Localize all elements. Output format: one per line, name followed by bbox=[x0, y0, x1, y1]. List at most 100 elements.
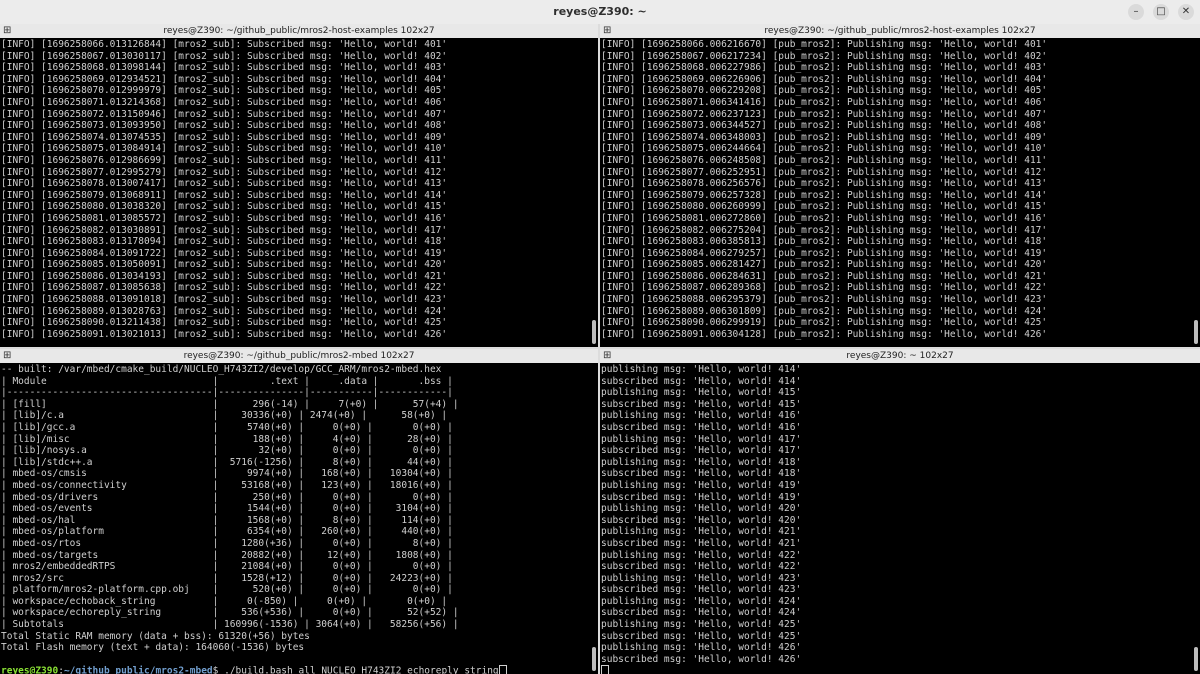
terminal-line: [INFO] [1696258082.013030891] [mros2_sub… bbox=[1, 224, 448, 236]
terminal-output[interactable]: publishing msg: 'Hello, world! 414' subsc… bbox=[601, 364, 1191, 674]
pane-bottom-left[interactable]: ⊞ reyes@Z390: ~/github_public/mros2-mbed… bbox=[0, 349, 598, 674]
grid-icon[interactable]: ⊞ bbox=[3, 349, 11, 363]
terminal-line: [INFO] [1696258066.013126844] [mros2_sub… bbox=[1, 39, 448, 50]
terminal-line: [INFO] [1696258083.006385813] [pub_mros2… bbox=[601, 236, 1048, 248]
terminal-line: [INFO] [1696258088.013091018] [mros2_sub… bbox=[1, 294, 448, 306]
terminal-line: [INFO] [1696258082.006275204] [pub_mros2… bbox=[601, 224, 1048, 236]
terminal-output[interactable]: -- built: /var/mbed/cmake_build/NUCLEO_H… bbox=[1, 364, 589, 674]
text-cursor bbox=[601, 665, 609, 674]
terminal-line: | Module | .text | .data | .bss | bbox=[1, 375, 453, 387]
terminal-line: [INFO] [1696258075.006244664] [pub_mros2… bbox=[601, 143, 1048, 155]
terminal-line: publishing msg: 'Hello, world! 425' bbox=[601, 619, 802, 631]
terminal-line: | mros2/src | 1528(+12) | 0(+0) | 24223(… bbox=[1, 572, 453, 584]
terminal-line: [INFO] [1696258087.006289368] [pub_mros2… bbox=[601, 282, 1048, 294]
terminal-line: | platform/mros2-platform.cpp.obj | 520(… bbox=[1, 584, 453, 596]
terminal-line: [INFO] [1696258091.013021013] [mros2_sub… bbox=[1, 328, 448, 340]
terminal-line: subscribed msg: 'Hello, world! 421' bbox=[601, 537, 802, 549]
terminal-line: [INFO] [1696258072.006237123] [pub_mros2… bbox=[601, 108, 1048, 120]
minimize-icon[interactable]: – bbox=[1128, 4, 1144, 20]
terminal-line: [INFO] [1696258080.006260999] [pub_mros2… bbox=[601, 201, 1048, 213]
terminal-line: [INFO] [1696258068.013098144] [mros2_sub… bbox=[1, 62, 448, 74]
terminal-line: [INFO] [1696258081.006272860] [pub_mros2… bbox=[601, 212, 1048, 224]
terminal-line: publishing msg: 'Hello, world! 424' bbox=[601, 595, 802, 607]
terminal-output[interactable]: [INFO] [1696258066.013126844] [mros2_sub… bbox=[1, 39, 589, 347]
terminal-line: Total Flash memory (text + data): 164060… bbox=[1, 642, 305, 654]
terminal-line: | mbed-os/platform | 6354(+0) | 260(+0) … bbox=[1, 526, 453, 538]
terminal-line: [INFO] [1696258078.013007417] [mros2_sub… bbox=[1, 178, 448, 190]
terminal-line: | [lib]/stdc++.a | 5716(-1256) | 8(+0) |… bbox=[1, 456, 453, 468]
terminal-line: [INFO] [1696258068.006227986] [pub_mros2… bbox=[601, 62, 1048, 74]
terminal-line: [INFO] [1696258071.006341416] [pub_mros2… bbox=[601, 96, 1048, 108]
terminal-line: | mros2/embeddedRTPS | 21084(+0) | 0(+0)… bbox=[1, 561, 453, 573]
terminal-line: | [lib]/nosys.a | 32(+0) | 0(+0) | 0(+0)… bbox=[1, 445, 453, 457]
terminal-line: [INFO] [1696258078.006256576] [pub_mros2… bbox=[601, 178, 1048, 190]
pane-divider-horizontal[interactable] bbox=[0, 347, 1200, 349]
pane-top-right[interactable]: ⊞ reyes@Z390: ~/github_public/mros2-host… bbox=[600, 24, 1200, 347]
terminal-line: [INFO] [1696258066.006216670] [pub_mros2… bbox=[601, 39, 1048, 50]
terminal-line: [INFO] [1696258073.013093950] [mros2_sub… bbox=[1, 120, 448, 132]
shell-prompt[interactable] bbox=[601, 665, 1191, 674]
grid-icon[interactable]: ⊞ bbox=[603, 24, 611, 38]
pane-bottom-right[interactable]: ⊞ reyes@Z390: ~ 102x27 publishing msg: '… bbox=[600, 349, 1200, 674]
terminal-line: [INFO] [1696258089.013028763] [mros2_sub… bbox=[1, 305, 448, 317]
close-icon[interactable]: ✕ bbox=[1178, 4, 1194, 20]
scrollbar[interactable] bbox=[1194, 647, 1198, 671]
terminal-line: publishing msg: 'Hello, world! 416' bbox=[601, 410, 802, 422]
pane-divider-vertical[interactable] bbox=[598, 24, 600, 674]
scrollbar[interactable] bbox=[592, 320, 596, 344]
restore-icon[interactable]: □ bbox=[1153, 4, 1169, 20]
terminal-line: [INFO] [1696258070.006229208] [pub_mros2… bbox=[601, 85, 1048, 97]
shell-prompt[interactable]: reyes@Z390:~/github_public/mros2-mbed$ .… bbox=[1, 665, 589, 674]
scrollbar[interactable] bbox=[592, 647, 596, 671]
terminal-line: [INFO] [1696258072.013150946] [mros2_sub… bbox=[1, 108, 448, 120]
terminal-output[interactable]: [INFO] [1696258066.006216670] [pub_mros2… bbox=[601, 39, 1191, 347]
pane-title-bar[interactable]: ⊞ reyes@Z390: ~/github_public/mros2-host… bbox=[600, 24, 1200, 38]
terminal-line: publishing msg: 'Hello, world! 414' bbox=[601, 364, 802, 375]
prompt-symbol: $ bbox=[212, 665, 225, 674]
terminal-line: [INFO] [1696258070.012999979] [mros2_sub… bbox=[1, 85, 448, 97]
terminal-line: | mbed-os/drivers | 250(+0) | 0(+0) | 0(… bbox=[1, 491, 453, 503]
terminal-line: publishing msg: 'Hello, world! 419' bbox=[601, 479, 802, 491]
terminal-line: [INFO] [1696258079.013068911] [mros2_sub… bbox=[1, 189, 448, 201]
command-input[interactable]: ./build.bash all NUCLEO_H743ZI2 echorepl… bbox=[224, 666, 499, 674]
terminal-line: subscribed msg: 'Hello, world! 415' bbox=[601, 398, 802, 410]
terminal-line: [INFO] [1696258087.013085638] [mros2_sub… bbox=[1, 282, 448, 294]
terminal-line: [INFO] [1696258081.013085572] [mros2_sub… bbox=[1, 212, 448, 224]
scrollbar[interactable] bbox=[1194, 320, 1198, 344]
terminal-line: [INFO] [1696258089.006301809] [pub_mros2… bbox=[601, 305, 1048, 317]
terminal-line: [INFO] [1696258071.013214368] [mros2_sub… bbox=[1, 96, 448, 108]
terminal-line: publishing msg: 'Hello, world! 415' bbox=[601, 387, 802, 399]
terminal-line: | workspace/echoback_string | 0(-850) | … bbox=[1, 595, 448, 607]
terminal-line: [INFO] [1696258085.013050091] [mros2_sub… bbox=[1, 259, 448, 271]
terminal-line: publishing msg: 'Hello, world! 422' bbox=[601, 549, 802, 561]
terminal-line: [INFO] [1696258080.013038320] [mros2_sub… bbox=[1, 201, 448, 213]
terminal-line: subscribed msg: 'Hello, world! 424' bbox=[601, 607, 802, 619]
terminal-line: [INFO] [1696258076.012986699] [mros2_sub… bbox=[1, 154, 448, 166]
terminal-line: [INFO] [1696258067.013030117] [mros2_sub… bbox=[1, 50, 448, 62]
terminal-window: reyes@Z390: ~ – □ ✕ ⊞ reyes@Z390: ~/gith… bbox=[0, 0, 1200, 674]
terminal-line: subscribed msg: 'Hello, world! 425' bbox=[601, 630, 802, 642]
terminal-line: publishing msg: 'Hello, world! 417' bbox=[601, 433, 802, 445]
terminal-line: publishing msg: 'Hello, world! 423' bbox=[601, 572, 802, 584]
grid-icon[interactable]: ⊞ bbox=[603, 349, 611, 363]
pane-title-bar[interactable]: ⊞ reyes@Z390: ~ 102x27 bbox=[600, 349, 1200, 363]
text-cursor bbox=[498, 665, 507, 674]
pane-title: reyes@Z390: ~ 102x27 bbox=[846, 351, 954, 361]
terminal-line: [INFO] [1696258090.006299919] [pub_mros2… bbox=[601, 317, 1048, 329]
terminal-line: [INFO] [1696258074.006348003] [pub_mros2… bbox=[601, 131, 1048, 143]
pane-title-bar[interactable]: ⊞ reyes@Z390: ~/github_public/mros2-mbed… bbox=[0, 349, 598, 363]
terminal-line: subscribed msg: 'Hello, world! 422' bbox=[601, 561, 802, 573]
terminal-line: [INFO] [1696258084.006279257] [pub_mros2… bbox=[601, 247, 1048, 259]
terminal-line: | [lib]/c.a | 30336(+0) | 2474(+0) | 58(… bbox=[1, 410, 448, 422]
terminal-line: [INFO] [1696258069.012934521] [mros2_sub… bbox=[1, 73, 448, 85]
pane-title-bar[interactable]: ⊞ reyes@Z390: ~/github_public/mros2-host… bbox=[0, 24, 598, 38]
terminal-line: -- built: /var/mbed/cmake_build/NUCLEO_H… bbox=[1, 364, 442, 375]
terminal-line: | mbed-os/hal | 1568(+0) | 8(+0) | 114(+… bbox=[1, 514, 453, 526]
pane-top-left[interactable]: ⊞ reyes@Z390: ~/github_public/mros2-host… bbox=[0, 24, 598, 347]
window-title: reyes@Z390: ~ bbox=[553, 5, 647, 18]
terminal-line: subscribed msg: 'Hello, world! 423' bbox=[601, 584, 802, 596]
terminal-line: | [lib]/misc | 188(+0) | 4(+0) | 28(+0) … bbox=[1, 433, 453, 445]
title-bar[interactable]: reyes@Z390: ~ – □ ✕ bbox=[0, 0, 1200, 25]
grid-icon[interactable]: ⊞ bbox=[3, 24, 11, 38]
